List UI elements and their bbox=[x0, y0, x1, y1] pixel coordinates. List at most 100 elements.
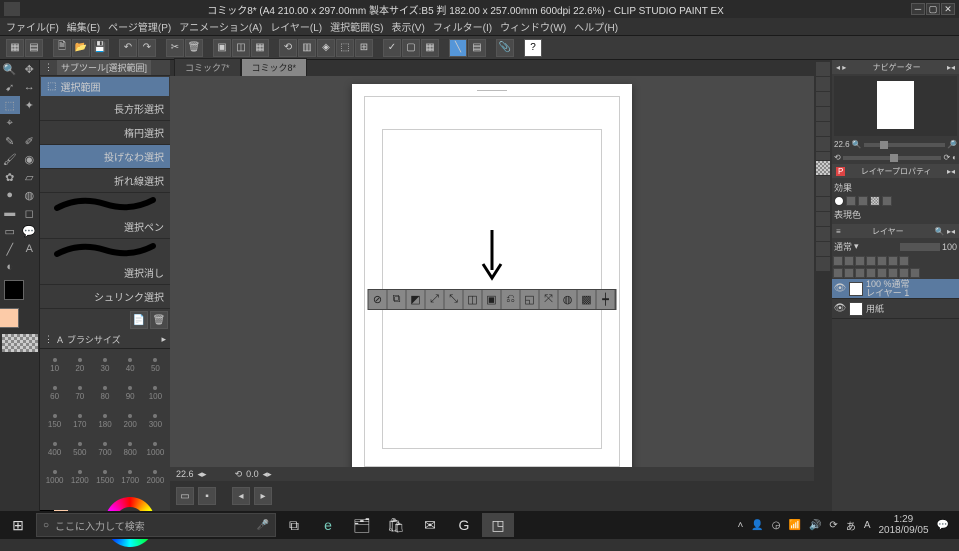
tool-frame[interactable]: ▭ bbox=[0, 222, 20, 240]
taskview-icon[interactable]: ⧉ bbox=[278, 513, 310, 537]
size-cell[interactable]: 40 bbox=[118, 351, 143, 379]
tool-c[interactable] bbox=[20, 258, 40, 276]
menu-filter[interactable]: フィルター(I) bbox=[429, 19, 496, 34]
menu-page[interactable]: ページ管理(P) bbox=[104, 19, 175, 34]
canvas-area[interactable]: ⊘ ⧉ ◩ ⤢ ⤡ ◫ ▣ ⎌ ◱ ⤧ ◍ ▩ ┿ bbox=[170, 76, 814, 467]
size-cell[interactable]: 2000 bbox=[143, 463, 168, 491]
size-cell[interactable]: 700 bbox=[92, 435, 117, 463]
la-a[interactable] bbox=[833, 268, 843, 278]
sel-deselect-icon[interactable]: ⊘ bbox=[369, 290, 388, 309]
layer-1[interactable]: 👁 100 %通常 レイヤー 1 bbox=[832, 279, 959, 299]
size-cell[interactable]: 400 bbox=[42, 435, 67, 463]
rnav-j[interactable] bbox=[816, 242, 830, 256]
cmd-i[interactable]: ▥ bbox=[298, 39, 316, 57]
size-cell[interactable]: 80 bbox=[92, 379, 117, 407]
clock[interactable]: 1:292018/09/05 bbox=[878, 514, 928, 536]
cmd-k[interactable]: ⬚ bbox=[336, 39, 354, 57]
tool-eyedrop[interactable]: ⌖ bbox=[0, 114, 20, 132]
size-cell[interactable]: 300 bbox=[143, 407, 168, 435]
size-cell[interactable]: 100 bbox=[143, 379, 168, 407]
cmd-n[interactable]: ▢ bbox=[402, 39, 420, 57]
tl-play[interactable]: ▸ bbox=[254, 487, 272, 505]
bg-color[interactable] bbox=[0, 308, 19, 328]
tool-shape[interactable]: ◻ bbox=[20, 204, 40, 222]
tool-ruler[interactable]: ╱ bbox=[0, 240, 20, 258]
la-h[interactable] bbox=[910, 268, 920, 278]
menu-anim[interactable]: アニメーション(A) bbox=[175, 19, 266, 34]
size-cell[interactable]: 90 bbox=[118, 379, 143, 407]
zoom-slider[interactable] bbox=[864, 143, 945, 147]
size-cell[interactable]: 1000 bbox=[42, 463, 67, 491]
layer-paper[interactable]: 👁 用紙 bbox=[832, 299, 959, 319]
size-cell[interactable]: 60 bbox=[42, 379, 67, 407]
opacity-slider[interactable] bbox=[900, 243, 940, 251]
size-cell[interactable]: 1700 bbox=[118, 463, 143, 491]
tool-op[interactable]: ➹ bbox=[0, 78, 20, 96]
clip-icon[interactable]: 📎 bbox=[496, 39, 514, 57]
rnav-k[interactable] bbox=[816, 257, 830, 271]
subtool-lasso[interactable]: 投げなわ選択 bbox=[40, 145, 170, 169]
sel-tone-icon[interactable]: ▩ bbox=[578, 290, 597, 309]
rnav-g[interactable] bbox=[816, 197, 830, 211]
sel-expand-icon[interactable]: ⤢ bbox=[426, 290, 445, 309]
size-cell[interactable]: 20 bbox=[67, 351, 92, 379]
size-cell[interactable]: 200 bbox=[118, 407, 143, 435]
rnav-e[interactable] bbox=[816, 122, 830, 136]
rnav-f[interactable] bbox=[816, 137, 830, 151]
eye-icon[interactable]: 👁 bbox=[834, 283, 846, 295]
lk-g[interactable] bbox=[899, 256, 909, 266]
la-e[interactable] bbox=[877, 268, 887, 278]
search-box[interactable]: ○ここに入力して検索🎤 bbox=[36, 513, 276, 537]
sync-icon[interactable]: ⟳ bbox=[829, 520, 837, 531]
cmd-h[interactable]: ⟲ bbox=[279, 39, 297, 57]
cmd-o[interactable]: ▦ bbox=[421, 39, 439, 57]
app-a-icon[interactable]: G bbox=[448, 513, 480, 537]
blend-mode[interactable]: 通常 bbox=[834, 240, 852, 253]
lk-b[interactable] bbox=[844, 256, 854, 266]
subtool-opt-icon[interactable]: 📄 bbox=[130, 311, 148, 329]
delete-icon[interactable]: 🗑 bbox=[185, 39, 203, 57]
menu-help[interactable]: ヘルプ(H) bbox=[570, 19, 622, 34]
tab-comic8[interactable]: コミック8* bbox=[241, 58, 308, 76]
help-icon[interactable]: ? bbox=[524, 39, 542, 57]
rnav-d[interactable] bbox=[816, 107, 830, 121]
menu-window[interactable]: ウィンドウ(W) bbox=[496, 19, 570, 34]
sel-scale-icon[interactable]: ⤧ bbox=[540, 290, 559, 309]
tab-comic7[interactable]: コミック7* bbox=[174, 58, 241, 76]
rnav-h[interactable] bbox=[816, 212, 830, 226]
size-cell[interactable]: 150 bbox=[42, 407, 67, 435]
sel-shrink-icon[interactable]: ⤡ bbox=[445, 290, 464, 309]
menu-layer[interactable]: レイヤー(L) bbox=[266, 19, 326, 34]
tray-up-icon[interactable]: ˄ bbox=[737, 520, 743, 531]
size-cell[interactable]: 1500 bbox=[92, 463, 117, 491]
la-c[interactable] bbox=[855, 268, 865, 278]
tool-blend[interactable]: ● bbox=[0, 186, 20, 204]
tool-select[interactable]: ⬚ bbox=[0, 96, 20, 114]
network-icon[interactable]: ◶ bbox=[772, 520, 781, 531]
store-icon[interactable]: 🛍 bbox=[380, 513, 412, 537]
new-icon[interactable]: 🗎 bbox=[53, 39, 71, 57]
open-icon[interactable]: 📂 bbox=[72, 39, 90, 57]
size-cell[interactable]: 30 bbox=[92, 351, 117, 379]
wifi-icon[interactable]: 📶 bbox=[789, 520, 801, 531]
size-cell[interactable]: 70 bbox=[67, 379, 92, 407]
cmd-m[interactable]: ✓ bbox=[383, 39, 401, 57]
volume-icon[interactable]: 🔊 bbox=[809, 520, 821, 531]
tool-fix[interactable]: ◐ bbox=[0, 258, 20, 276]
rnav-i[interactable] bbox=[816, 227, 830, 241]
eye-icon[interactable]: 👁 bbox=[834, 303, 846, 315]
lk-a[interactable] bbox=[833, 256, 843, 266]
menu-view[interactable]: 表示(V) bbox=[387, 19, 428, 34]
lk-f[interactable] bbox=[888, 256, 898, 266]
cmd-e[interactable]: ▣ bbox=[213, 39, 231, 57]
explorer-icon[interactable]: 🗂 bbox=[346, 513, 378, 537]
tool-move[interactable]: ✥ bbox=[20, 60, 40, 78]
ime-icon[interactable]: あ bbox=[846, 518, 856, 533]
grid-icon[interactable]: ▦ bbox=[6, 39, 24, 57]
tool-grad[interactable]: ▬ bbox=[0, 204, 20, 222]
tool-eraser[interactable]: ▱ bbox=[20, 168, 40, 186]
size-cell[interactable]: 10 bbox=[42, 351, 67, 379]
tool-deco[interactable]: ✿ bbox=[0, 168, 20, 186]
sel-fill-icon[interactable]: ◍ bbox=[559, 290, 578, 309]
pattern-swatch[interactable] bbox=[2, 334, 38, 352]
